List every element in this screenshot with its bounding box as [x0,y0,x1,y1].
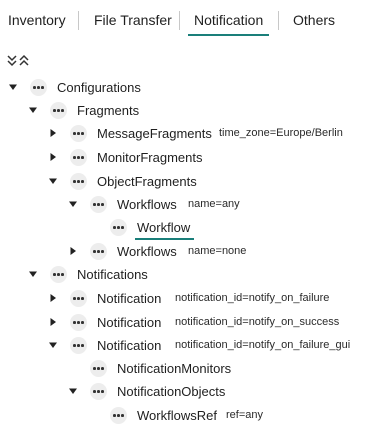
more-options-icon[interactable] [70,173,87,190]
more-options-icon[interactable] [90,243,107,260]
tree-node-label[interactable]: Workflows [117,193,177,216]
tree-node-attribute: name=none [188,245,247,257]
tree-node-label[interactable]: MessageFragments [97,122,212,145]
more-options-icon[interactable] [70,125,87,142]
tree-node-attribute: name=any [188,198,240,210]
tab-notification[interactable]: Notification [187,0,270,40]
tree-node-label[interactable]: Notification [97,334,161,357]
tree-node: Notification notification_id=notify_on_su… [0,311,387,334]
tab-separator [278,11,279,30]
tree-node: Notification notification_id=notify_on_fa… [0,334,387,357]
tree-node: Notifications [0,263,387,286]
tree-node: NotificationMonitors [0,357,387,380]
caret-right-icon[interactable] [47,316,59,328]
tree-node: Workflow [0,216,387,240]
tree-node: MessageFragments time_zone=Europe/Berlin [0,122,387,145]
tree-node-label[interactable]: Notification [97,311,161,334]
tree-node: Configurations [0,76,387,99]
tree-node: Workflows name=any [0,193,387,216]
collapse-all-icon[interactable] [18,53,30,67]
tree-node-label[interactable]: Notifications [77,263,148,286]
tree-node: MonitorFragments [0,146,387,169]
tree-node-label[interactable]: Workflow [134,216,195,240]
caret-down-icon[interactable] [27,268,39,280]
more-options-icon[interactable] [90,383,107,400]
tree-node-label[interactable]: ObjectFragments [97,170,197,193]
more-options-icon[interactable] [90,360,107,377]
tab-inventory[interactable]: Inventory [8,0,66,40]
tree-node-label[interactable]: NotificationObjects [117,380,225,403]
tree-node-label[interactable]: WorkflowsRef [137,404,217,427]
caret-down-icon[interactable] [67,385,79,397]
tree-node-attribute: ref=any [226,409,263,421]
more-options-icon[interactable] [110,407,127,424]
caret-right-icon[interactable] [47,151,59,163]
expand-all-icon[interactable] [6,53,18,67]
more-options-icon[interactable] [50,102,67,119]
caret-down-icon[interactable] [47,175,59,187]
tab-others[interactable]: Others [293,0,335,40]
tree-node: Workflows name=none [0,240,387,263]
tree-node-label[interactable]: Fragments [77,99,139,122]
caret-down-icon[interactable] [67,198,79,210]
tree-node: WorkflowsRef ref=any [0,404,387,427]
more-options-icon[interactable] [70,337,87,354]
tree-node: ObjectFragments [0,170,387,193]
tree-node-label[interactable]: NotificationMonitors [117,357,231,380]
tree-node-attribute: notification_id=notify_on_failure_gui [175,339,351,351]
more-options-icon[interactable] [110,219,127,236]
tree-node-attribute: notification_id=notify_on_failure [175,292,330,304]
tree-node-label[interactable]: Workflows [117,240,177,263]
tree-node-attribute: time_zone=Europe/Berlin [219,127,343,139]
tree-node: Fragments [0,99,387,122]
tree-node-attribute: notification_id=notify_on_success [175,316,340,328]
more-options-icon[interactable] [70,314,87,331]
tree-node: NotificationObjects [0,380,387,403]
caret-down-icon[interactable] [27,104,39,116]
caret-down-icon[interactable] [7,81,19,93]
more-options-icon[interactable] [70,290,87,307]
more-options-icon[interactable] [70,149,87,166]
expand-collapse-controls [6,53,30,67]
tree-node: Notification notification_id=notify_on_fa… [0,287,387,310]
tab-separator [179,11,180,30]
tree-node-label[interactable]: Notification [97,287,161,310]
more-options-icon[interactable] [90,196,107,213]
tree-node-label[interactable]: MonitorFragments [97,146,202,169]
caret-right-icon[interactable] [47,292,59,304]
caret-right-icon[interactable] [67,245,79,257]
more-options-icon[interactable] [30,79,47,96]
tab-bar: Inventory File Transfer Notification Oth… [0,0,387,40]
tree-node-label[interactable]: Configurations [57,76,141,99]
caret-down-icon[interactable] [47,339,59,351]
more-options-icon[interactable] [50,266,67,283]
tab-file-transfer[interactable]: File Transfer [94,0,172,40]
tab-separator [78,11,79,30]
caret-right-icon[interactable] [47,127,59,139]
